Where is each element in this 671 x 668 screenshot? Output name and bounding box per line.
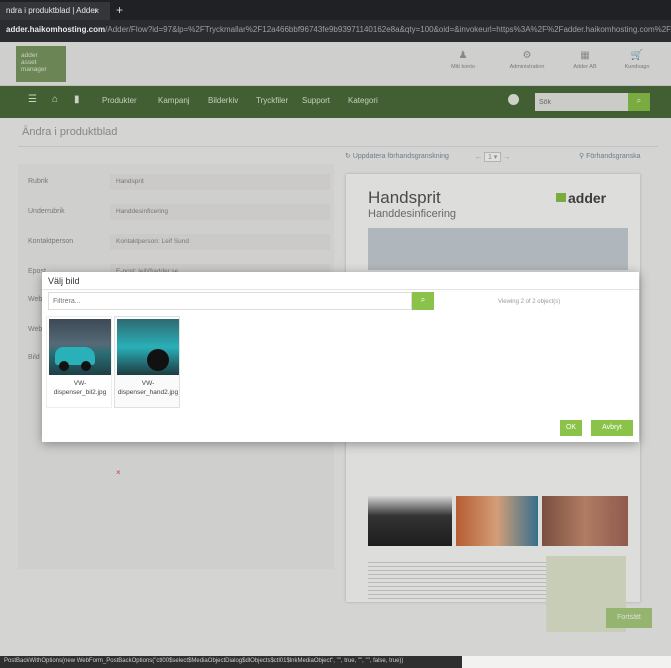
wheel-shape — [59, 361, 69, 371]
browser-tab-title: ndra i produktblad | Adder — [6, 6, 98, 15]
filter-search-button[interactable]: ⌕ — [412, 292, 434, 310]
new-tab-icon[interactable]: + — [116, 3, 123, 17]
dialog-title: Välj bild — [48, 276, 80, 286]
thumbnail-image-hand — [117, 319, 179, 375]
status-bar: PostBackWithOptions(new WebForm_PostBack… — [0, 656, 462, 668]
filter-input[interactable] — [48, 292, 412, 310]
address-bar[interactable]: adder.haikomhosting.com/Adder/Flow?id=97… — [0, 20, 671, 42]
select-image-dialog: Välj bild ⌕ Viewing 2 of 2 object(s) VW-… — [42, 272, 639, 442]
cancel-button[interactable]: Avbryt — [591, 420, 633, 436]
image-thumbnail[interactable]: VW-dispenser_hand2.jpg — [114, 316, 180, 408]
wheel-shape — [147, 349, 169, 371]
dialog-divider — [42, 289, 639, 290]
thumbnail-image-car — [49, 319, 111, 375]
url-host: adder.haikomhosting.com — [6, 25, 106, 34]
image-thumbnail[interactable]: VW-dispenser_bil2.jpg — [46, 316, 112, 408]
url-path: /Adder/Flow?id=97&lp=%2FTryckmallar%2F12… — [105, 25, 671, 34]
thumbnail-filename: VW-dispenser_hand2.jpg — [117, 380, 179, 396]
result-count: Viewing 2 of 2 object(s) — [498, 299, 561, 305]
thumbnail-filename: VW-dispenser_bil2.jpg — [53, 380, 107, 396]
ok-button[interactable]: OK — [560, 420, 582, 436]
browser-tab[interactable]: ndra i produktblad | Adder × — [0, 2, 110, 20]
close-tab-icon[interactable]: × — [94, 6, 99, 16]
browser-tab-bar: ndra i produktblad | Adder × + — [0, 0, 671, 20]
wheel-shape — [81, 361, 91, 371]
